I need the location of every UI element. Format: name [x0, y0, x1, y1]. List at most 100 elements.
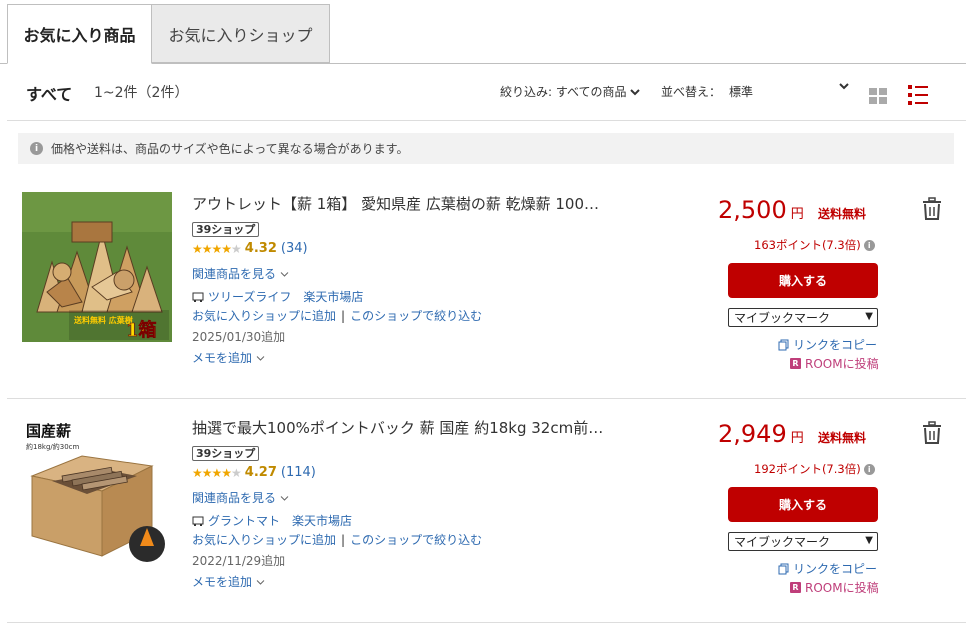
- points-info: 192ポイント(7.3倍) i: [754, 461, 875, 477]
- chevron-down-icon: ▼: [865, 535, 873, 546]
- added-date: 2025/01/30追加: [192, 330, 286, 344]
- shop-badge: 39ショップ: [192, 222, 260, 237]
- product-image-firewood-box[interactable]: 送料無料 広葉樹 1箱: [22, 192, 172, 342]
- shop-badge: 39ショップ: [192, 446, 260, 461]
- divider: [7, 120, 966, 121]
- review-count: (34): [280, 241, 308, 256]
- bookmark-select[interactable]: マイブックマーク ▼: [728, 532, 878, 551]
- sort-dropdown[interactable]: 並べ替え： 標準: [661, 83, 849, 100]
- shop-link[interactable]: グラントマト 楽天市場店: [192, 512, 352, 529]
- add-memo-link[interactable]: メモを追加: [192, 349, 265, 366]
- sort-value: 標準: [729, 85, 754, 99]
- related-label: 関連商品を見る: [192, 491, 277, 505]
- room-icon: R: [790, 582, 801, 593]
- star-rating-icon: ★★★★★: [192, 465, 242, 480]
- result-count: 1~2件（2件）: [94, 85, 189, 101]
- buy-button[interactable]: 購入する: [728, 263, 878, 298]
- copy-link-label: リンクをコピー: [793, 562, 878, 576]
- thumb-label: 約18kg/約30cm: [26, 442, 80, 451]
- buy-button[interactable]: 購入する: [728, 487, 878, 522]
- sort-label: 並べ替え：: [661, 85, 722, 99]
- item-price: 2,949 円: [718, 420, 804, 448]
- thumb-label: 1箱: [126, 319, 157, 341]
- thumb-label: 送料無料 広葉樹: [73, 315, 133, 325]
- all-label: すべて: [26, 85, 73, 104]
- price-unit: 円: [790, 431, 804, 446]
- free-shipping-label: 送料無料: [818, 431, 867, 445]
- bookmark-select[interactable]: マイブックマーク ▼: [728, 308, 878, 327]
- related-items-link[interactable]: 関連商品を見る: [192, 489, 289, 506]
- copy-link-button[interactable]: リンクをコピー: [778, 336, 877, 353]
- thumb-label: 国産薪: [26, 422, 71, 440]
- room-post-button[interactable]: R ROOMに投稿: [790, 355, 879, 372]
- memo-label: メモを追加: [192, 575, 253, 589]
- chevron-down-icon: [256, 580, 265, 585]
- room-icon: R: [790, 358, 801, 369]
- chevron-down-icon: [280, 272, 289, 277]
- divider: [7, 398, 966, 399]
- notice-text: 価格や送料は、商品のサイズや色によって異なる場合があります。: [51, 142, 409, 156]
- item-title[interactable]: 抽選で最大100%ポイントバック 薪 国産 約18kg 32cm前…: [192, 417, 632, 438]
- chevron-down-icon: [629, 88, 640, 95]
- trash-icon[interactable]: [921, 421, 943, 445]
- item-price: 2,500 円: [718, 196, 804, 224]
- chevron-down-icon: [280, 496, 289, 501]
- copy-icon: [778, 563, 789, 574]
- add-memo-link[interactable]: メモを追加: [192, 573, 265, 590]
- shop-actions: お気に入りショップに追加 | このショップで絞り込む: [192, 309, 483, 323]
- shop-name: グラントマト 楽天市場店: [208, 514, 353, 528]
- copy-link-button[interactable]: リンクをコピー: [778, 560, 877, 577]
- copy-icon: [778, 339, 789, 350]
- trash-icon[interactable]: [921, 197, 943, 221]
- price-value: 2,949: [718, 420, 787, 448]
- shop-icon: [192, 516, 204, 526]
- tab-favorite-items[interactable]: お気に入り商品: [7, 4, 152, 64]
- rating-value: 4.27: [244, 465, 277, 480]
- info-icon: i: [30, 142, 43, 155]
- points-value: 163ポイント(7.3倍): [754, 238, 861, 252]
- add-favorite-shop-link[interactable]: お気に入りショップに追加: [192, 533, 336, 547]
- rating[interactable]: ★★★★★ 4.32 (34): [192, 241, 308, 256]
- shop-link[interactable]: ツリーズライフ 楽天市場店: [192, 288, 363, 305]
- item-title[interactable]: アウトレット【薪 1箱】 愛知県産 広葉樹の薪 乾燥薪 100…: [192, 193, 632, 214]
- room-post-button[interactable]: R ROOMに投稿: [790, 579, 879, 596]
- filter-label: 絞り込み: すべての商品: [500, 85, 627, 99]
- price-notice: i 価格や送料は、商品のサイズや色によって異なる場合があります。: [18, 133, 954, 164]
- shop-actions: お気に入りショップに追加 | このショップで絞り込む: [192, 533, 483, 547]
- divider: [7, 622, 966, 623]
- tab-favorite-shops[interactable]: お気に入りショップ: [151, 4, 330, 63]
- bookmark-value: マイブックマーク: [734, 535, 831, 549]
- price-value: 2,500: [718, 196, 787, 224]
- grid-view-icon[interactable]: [868, 86, 888, 106]
- chevron-down-icon: [256, 356, 265, 361]
- room-label: ROOMに投稿: [805, 581, 879, 595]
- related-label: 関連商品を見る: [192, 267, 277, 281]
- star-rating-icon: ★★★★★: [192, 241, 242, 256]
- product-image-firewood-carton[interactable]: 国産薪 約18kg/約30cm: [22, 416, 172, 566]
- points-value: 192ポイント(7.3倍): [754, 462, 861, 476]
- add-favorite-shop-link[interactable]: お気に入りショップに追加: [192, 309, 336, 323]
- filter-by-shop-link[interactable]: このショップで絞り込む: [350, 533, 482, 547]
- points-info: 163ポイント(7.3倍) i: [754, 237, 875, 253]
- price-unit: 円: [790, 207, 804, 222]
- added-date: 2022/11/29追加: [192, 554, 286, 568]
- related-items-link[interactable]: 関連商品を見る: [192, 265, 289, 282]
- room-label: ROOMに投稿: [805, 357, 879, 371]
- info-icon[interactable]: i: [863, 239, 875, 251]
- chevron-down-icon: [839, 83, 849, 90]
- memo-label: メモを追加: [192, 351, 253, 365]
- filter-dropdown[interactable]: 絞り込み: すべての商品: [500, 83, 640, 100]
- rating-value: 4.32: [244, 241, 277, 256]
- list-view-icon[interactable]: [907, 84, 929, 106]
- filter-by-shop-link[interactable]: このショップで絞り込む: [350, 309, 482, 323]
- rating[interactable]: ★★★★★ 4.27 (114): [192, 465, 316, 480]
- free-shipping-label: 送料無料: [818, 207, 867, 221]
- tab-bar: お気に入り商品 お気に入りショップ: [0, 0, 972, 64]
- shop-icon: [192, 292, 204, 302]
- info-icon[interactable]: i: [863, 463, 875, 475]
- bookmark-value: マイブックマーク: [734, 311, 831, 325]
- chevron-down-icon: ▼: [865, 311, 873, 322]
- shop-name: ツリーズライフ 楽天市場店: [208, 290, 364, 304]
- list-toolbar: すべて 1~2件（2件） 絞り込み: すべての商品 並べ替え： 標準: [0, 64, 966, 120]
- review-count: (114): [280, 465, 316, 480]
